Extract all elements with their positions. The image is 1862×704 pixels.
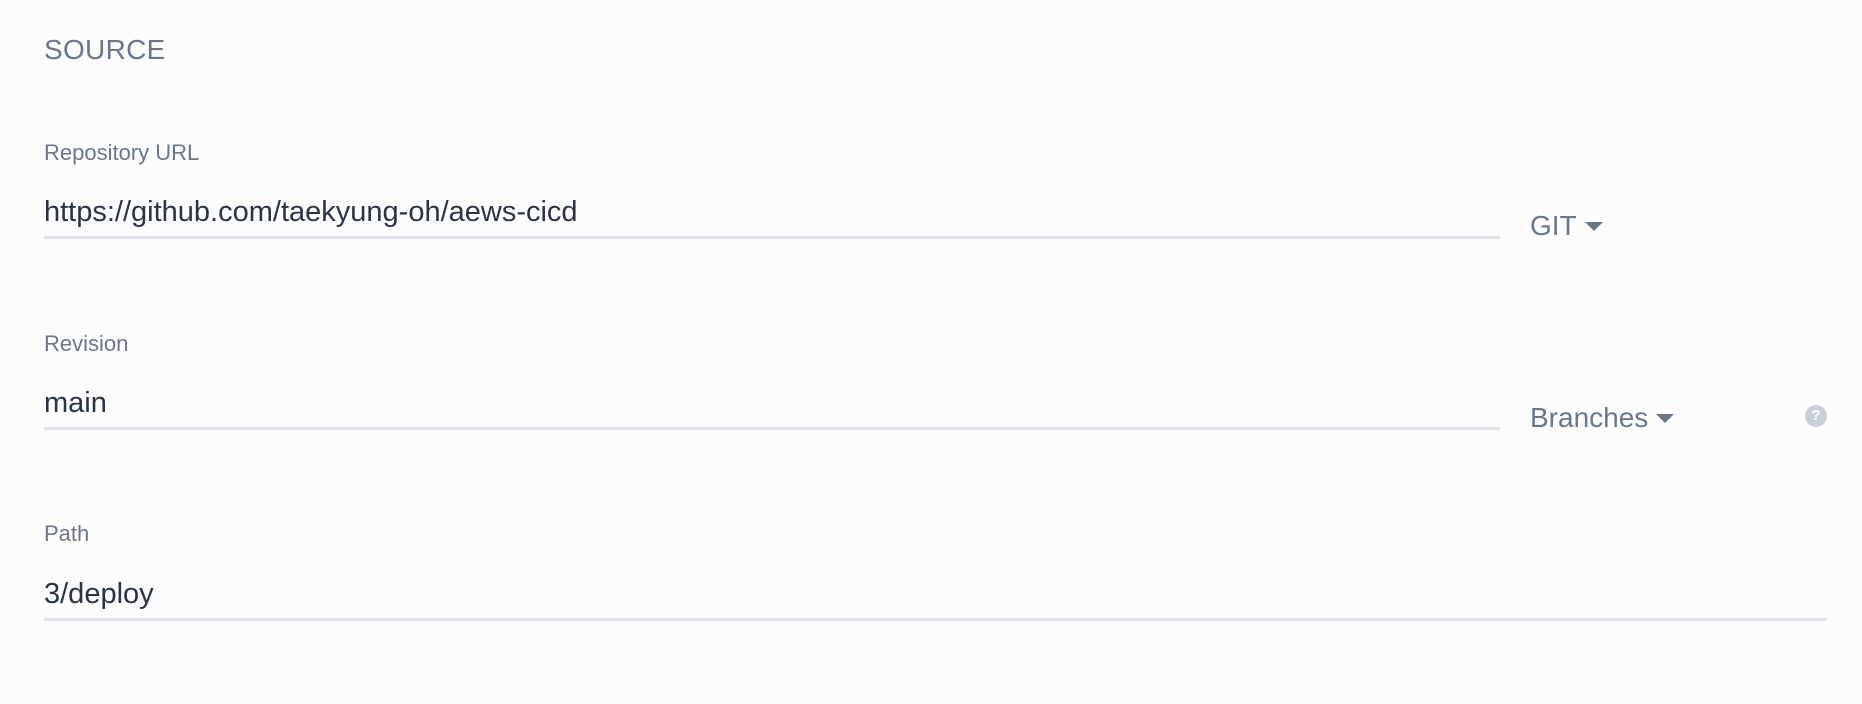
repository-url-label: Repository URL — [44, 140, 200, 165]
repository-type-label: GIT — [1530, 210, 1577, 241]
source-panel: SOURCE Repository URL GIT Revision Branc… — [0, 0, 1862, 704]
help-icon[interactable]: ? — [1805, 405, 1827, 427]
repository-url-input[interactable] — [44, 188, 1500, 239]
path-input[interactable] — [44, 570, 1827, 621]
caret-down-icon — [1656, 413, 1675, 423]
revision-ref-dropdown[interactable]: Branches — [1530, 402, 1675, 434]
repository-type-dropdown[interactable]: GIT — [1530, 210, 1603, 242]
revision-input[interactable] — [44, 379, 1500, 430]
revision-ref-label: Branches — [1530, 402, 1649, 433]
path-label: Path — [44, 521, 90, 546]
section-title: SOURCE — [44, 34, 166, 65]
revision-label: Revision — [44, 331, 129, 356]
caret-down-icon — [1584, 221, 1603, 231]
